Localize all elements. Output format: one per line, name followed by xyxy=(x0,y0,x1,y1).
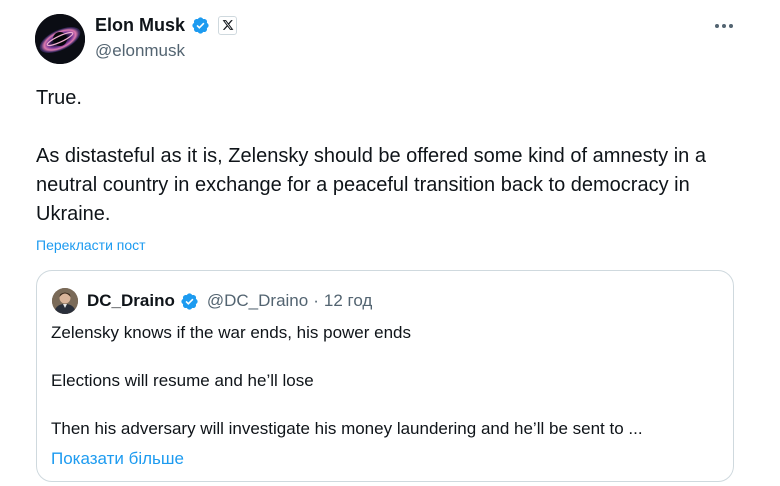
quote-display-name[interactable]: DC_Draino xyxy=(87,291,175,311)
galaxy-avatar-icon xyxy=(35,14,85,64)
show-more-link[interactable]: Показати більше xyxy=(51,447,184,471)
verified-badge-icon[interactable] xyxy=(180,292,199,311)
quote-handle[interactable]: @DC_Draino xyxy=(207,291,308,311)
quote-line: Zelensky knows if the war ends, his powe… xyxy=(51,323,412,342)
post: Elon Musk @elonmusk True. As distasteful… xyxy=(0,0,780,486)
more-dots-glyph xyxy=(715,24,733,28)
post-paragraph: True. xyxy=(36,87,82,109)
quote-timestamp[interactable]: 12 год xyxy=(324,291,372,311)
x-logo-glyph xyxy=(222,20,233,30)
quote-line: Then his adversary will investigate his … xyxy=(51,419,643,438)
verified-badge-icon[interactable] xyxy=(191,16,210,35)
quote-line: Elections will resume and he’ll lose xyxy=(51,371,314,390)
quote-text: Zelensky knows if the war ends, his powe… xyxy=(51,321,721,441)
quote-author-avatar[interactable] xyxy=(52,288,78,314)
post-text: True. As distasteful as it is, Zelensky … xyxy=(36,84,748,229)
person-avatar-icon xyxy=(52,288,78,314)
author-display-name[interactable]: Elon Musk xyxy=(95,14,185,36)
author-name-row: Elon Musk xyxy=(95,13,238,37)
more-dots-icon[interactable] xyxy=(712,17,736,35)
translate-post-link[interactable]: Перекласти пост xyxy=(36,236,146,254)
author-avatar[interactable] xyxy=(35,14,85,64)
quote-header: DC_Draino @DC_Draino · 12 год xyxy=(87,289,372,313)
author-handle[interactable]: @elonmusk xyxy=(95,40,185,62)
x-logo-icon[interactable] xyxy=(218,15,238,35)
quote-separator: · xyxy=(313,291,319,310)
post-paragraph: As distasteful as it is, Zelensky should… xyxy=(36,145,706,225)
quoted-post-card[interactable]: DC_Draino @DC_Draino · 12 год Zelensky k… xyxy=(36,270,734,482)
